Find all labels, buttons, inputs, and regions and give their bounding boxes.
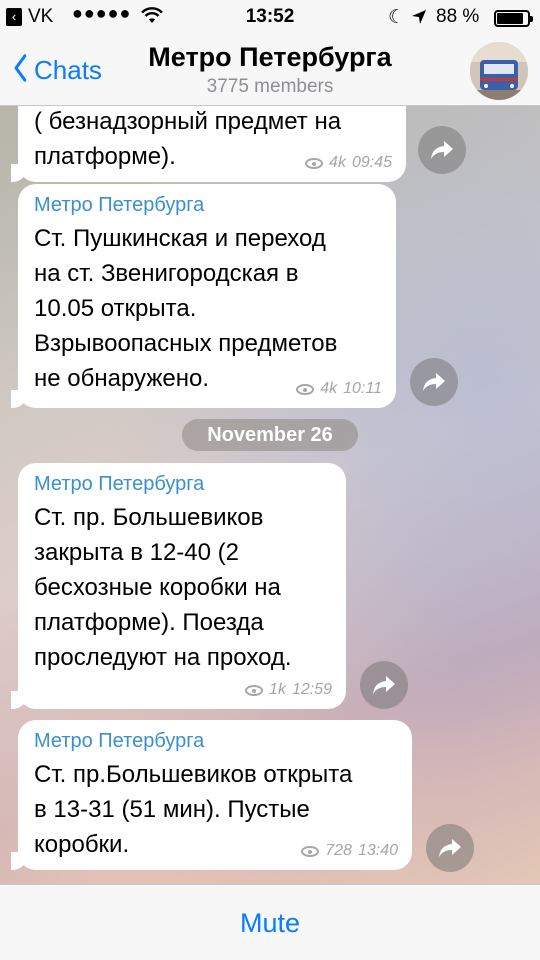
view-count: 1k: [269, 681, 286, 698]
share-icon: [431, 141, 453, 159]
share-button[interactable]: [360, 661, 408, 709]
message-author[interactable]: Метро Петербурга: [34, 730, 396, 753]
eye-icon: [296, 383, 315, 395]
navigation-bar: Chats Метро Петербурга 3775 members: [0, 36, 540, 106]
view-count: 728: [325, 842, 352, 859]
moon-icon: ☾: [388, 7, 406, 28]
member-count: 3775 members: [206, 76, 334, 97]
message-meta: 4k 09:45: [305, 154, 392, 172]
message-bubble[interactable]: ( безнадзорный предмет на платформе). 4k…: [11, 106, 406, 182]
share-icon: [439, 839, 461, 857]
view-count: 4k: [329, 154, 346, 171]
message-list[interactable]: ( безнадзорный предмет на платформе). 4k…: [0, 106, 540, 884]
message-author[interactable]: Метро Петербурга: [34, 473, 330, 496]
location-arrow-icon: [410, 6, 428, 32]
message-bubble[interactable]: Метро Петербурга Ст. Пушкинская и перехо…: [11, 184, 396, 408]
message-time: 10:11: [343, 380, 382, 397]
eye-icon: [245, 684, 264, 696]
date-separator: November 26: [182, 419, 358, 451]
eye-icon: [305, 157, 324, 169]
bottom-bar: Mute: [0, 884, 540, 960]
status-bar: ‹ VK ●●●●● 13:52 ☾ 88 %: [0, 0, 540, 36]
battery-icon: [494, 10, 533, 27]
message-author[interactable]: Метро Петербурга: [34, 194, 380, 217]
message-meta: 728 13:40: [301, 842, 398, 860]
share-button[interactable]: [410, 358, 458, 406]
share-button[interactable]: [426, 824, 474, 872]
share-button[interactable]: [418, 126, 466, 174]
mute-button[interactable]: Mute: [0, 885, 540, 960]
view-count: 4k: [320, 380, 338, 397]
battery-percent: 88 %: [436, 6, 480, 27]
message-text: Ст. пр. Большевиков закрыта в 12-40 (2 б…: [34, 504, 292, 671]
share-icon: [373, 676, 395, 694]
share-icon: [423, 373, 445, 391]
message-time: 12:59: [291, 681, 332, 698]
message-meta: 4k 10:11: [296, 380, 382, 398]
message-meta: 1k 12:59: [245, 681, 332, 699]
message-text: Ст. Пушкинская и переход на ст. Звенигор…: [34, 225, 338, 392]
eye-icon: [301, 845, 320, 857]
message-time: 13:40: [357, 842, 398, 859]
avatar[interactable]: [470, 42, 528, 100]
message-bubble[interactable]: Метро Петербурга Ст. пр. Большевиков зак…: [11, 463, 346, 709]
message-bubble[interactable]: Метро Петербурга Ст. пр.Большевиков откр…: [11, 720, 412, 870]
chat-title[interactable]: Метро Петербурга: [0, 42, 540, 73]
message-time: 09:45: [351, 154, 392, 171]
